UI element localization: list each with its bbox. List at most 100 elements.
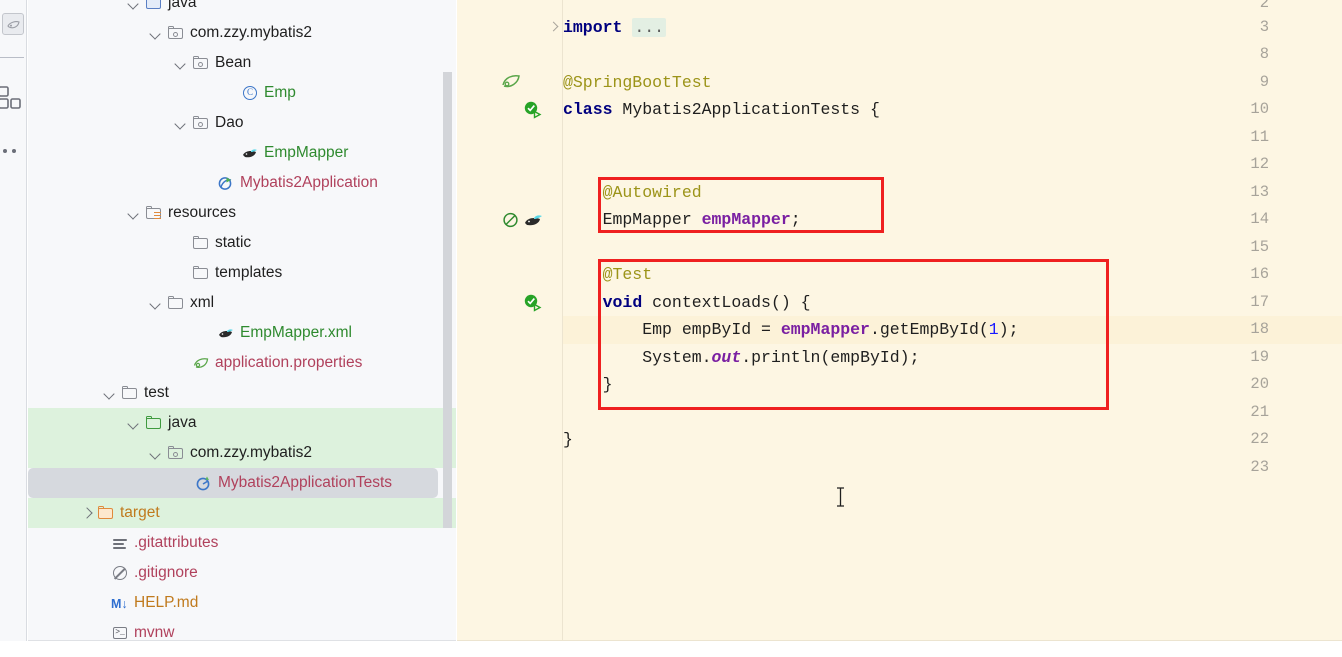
code-line[interactable]: } — [563, 426, 573, 454]
line-number[interactable]: 23 — [1229, 454, 1269, 482]
chevron-down-icon[interactable] — [150, 297, 163, 310]
code-editor[interactable]: 2 3 import ... 8 9 @SpringBootTest 10 class Myb… — [457, 0, 1342, 657]
tree-item-com-zzy-mybatis2[interactable]: com.zzy.mybatis2 — [28, 438, 456, 468]
line-number[interactable]: 19 — [1229, 344, 1269, 372]
tree-item-label: application.properties — [215, 354, 363, 371]
code-fold-chevron-icon[interactable] — [549, 14, 559, 41]
folder-icon — [167, 294, 185, 312]
tree-row-wrapper: Bean — [28, 48, 456, 78]
folder-blue-icon — [145, 0, 163, 12]
code-line[interactable]: class Mybatis2ApplicationTests { — [563, 96, 880, 124]
tree-item-resources[interactable]: resources — [28, 198, 456, 228]
chevron-down-icon[interactable] — [175, 117, 188, 130]
code-line[interactable]: import ... — [563, 14, 667, 42]
tree-item-empmapper-xml[interactable]: EmpMapper.xml — [28, 318, 456, 348]
tree-row-wrapper: target — [28, 498, 456, 528]
chevron-down-icon[interactable] — [150, 27, 163, 40]
code-line[interactable]: void contextLoads() { — [563, 289, 811, 317]
spring-leaf-icon[interactable] — [501, 73, 521, 93]
tree-item-emp[interactable]: C Emp — [28, 78, 456, 108]
sidebar-scrollbar-track[interactable] — [443, 0, 454, 657]
tree-item--gitignore[interactable]: .gitignore — [28, 558, 456, 588]
chevron-down-icon[interactable] — [128, 207, 141, 220]
code-line[interactable]: Emp empById = empMapper.getEmpById(1); — [563, 316, 1018, 344]
run-test-icon[interactable] — [523, 100, 543, 120]
tree-item-java[interactable]: java — [28, 0, 456, 18]
tree-item-label: target — [120, 504, 160, 521]
line-number[interactable]: 20 — [1229, 371, 1269, 399]
tree-row-wrapper: resources — [28, 198, 456, 228]
chevron-down-icon[interactable] — [104, 387, 117, 400]
chevron-down-icon[interactable] — [175, 57, 188, 70]
tree-row-wrapper: xml — [28, 288, 456, 318]
line-number[interactable]: 10 — [1229, 96, 1269, 124]
folder-icon — [192, 234, 210, 252]
tree-item-help-md[interactable]: M↓ HELP.md — [28, 588, 456, 618]
code-line[interactable]: @SpringBootTest — [563, 69, 712, 97]
line-number[interactable]: 3 — [1229, 14, 1269, 42]
tree-item-label: Emp — [264, 84, 296, 101]
project-tool-window-icon[interactable] — [2, 13, 24, 35]
folder-icon — [121, 384, 139, 402]
tree-row-wrapper: java — [28, 408, 456, 438]
tree-item-static[interactable]: static — [28, 228, 456, 258]
tree-item-templates[interactable]: templates — [28, 258, 456, 288]
line-number[interactable]: 9 — [1229, 69, 1269, 97]
code-token: void — [602, 293, 653, 312]
line-number[interactable]: 17 — [1229, 289, 1269, 317]
tree-item-application-properties[interactable]: application.properties — [28, 348, 456, 378]
run-test-icon[interactable] — [523, 293, 543, 313]
mybatis-mapper-icon[interactable] — [523, 210, 543, 230]
line-number[interactable]: 8 — [1229, 41, 1269, 69]
code-line[interactable]: @Test — [563, 261, 653, 289]
code-line[interactable]: @Autowired — [563, 179, 702, 207]
line-number[interactable]: 21 — [1229, 399, 1269, 427]
line-number[interactable]: 18 — [1229, 316, 1269, 344]
chevron-right-icon[interactable] — [80, 507, 93, 520]
tree-item-dao[interactable]: Dao — [28, 108, 456, 138]
chevron-down-icon[interactable] — [128, 0, 141, 10]
no-usage-icon[interactable] — [501, 210, 521, 230]
tree-item-bean[interactable]: Bean — [28, 48, 456, 78]
line-number[interactable]: 13 — [1229, 179, 1269, 207]
code-line[interactable]: EmpMapper empMapper; — [563, 206, 801, 234]
code-token: contextLoads() { — [652, 293, 811, 312]
line-number[interactable]: 22 — [1229, 426, 1269, 454]
tree-item-empmapper[interactable]: EmpMapper — [28, 138, 456, 168]
tree-item-mybatis2applicationtests[interactable]: Mybatis2ApplicationTests — [28, 468, 438, 498]
more-tool-windows-icon[interactable] — [3, 140, 21, 158]
code-token: .println(empById); — [741, 348, 920, 367]
project-tree[interactable]: java com.zzy.mybatis2 Bean C Emp Dao EmpMapper… — [28, 0, 456, 648]
tree-item-com-zzy-mybatis2[interactable]: com.zzy.mybatis2 — [28, 18, 456, 48]
project-tree-panel[interactable]: java com.zzy.mybatis2 Bean C Emp Dao EmpMapper… — [28, 0, 456, 657]
code-line[interactable]: } — [563, 371, 613, 399]
code-line[interactable]: System.out.println(empById); — [563, 344, 919, 372]
tree-item--gitattributes[interactable]: .gitattributes — [28, 528, 456, 558]
tree-item-java[interactable]: java — [28, 408, 456, 438]
tree-item-target[interactable]: target — [28, 498, 456, 528]
line-number[interactable]: 16 — [1229, 261, 1269, 289]
line-number[interactable]: 12 — [1229, 151, 1269, 179]
tree-item-label: test — [144, 384, 169, 401]
sidebar-scrollbar-thumb[interactable] — [443, 72, 452, 528]
line-number[interactable]: 11 — [1229, 124, 1269, 152]
tree-item-mybatis2application[interactable]: Mybatis2Application — [28, 168, 456, 198]
tree-item-xml[interactable]: xml — [28, 288, 456, 318]
line-number[interactable]: 14 — [1229, 206, 1269, 234]
chevron-down-icon[interactable] — [150, 447, 163, 460]
tree-item-test[interactable]: test — [28, 378, 456, 408]
editor-gutter[interactable] — [457, 0, 562, 657]
markdown-icon: M↓ — [111, 597, 128, 611]
tree-item-label: resources — [168, 204, 237, 221]
structure-tool-window-icon[interactable] — [0, 85, 23, 111]
chevron-down-icon[interactable] — [128, 417, 141, 430]
dot — [12, 149, 16, 153]
tree-row-wrapper: Dao — [28, 108, 456, 138]
line-number[interactable]: 15 — [1229, 234, 1269, 262]
mybatis-mapper-icon — [217, 324, 235, 342]
